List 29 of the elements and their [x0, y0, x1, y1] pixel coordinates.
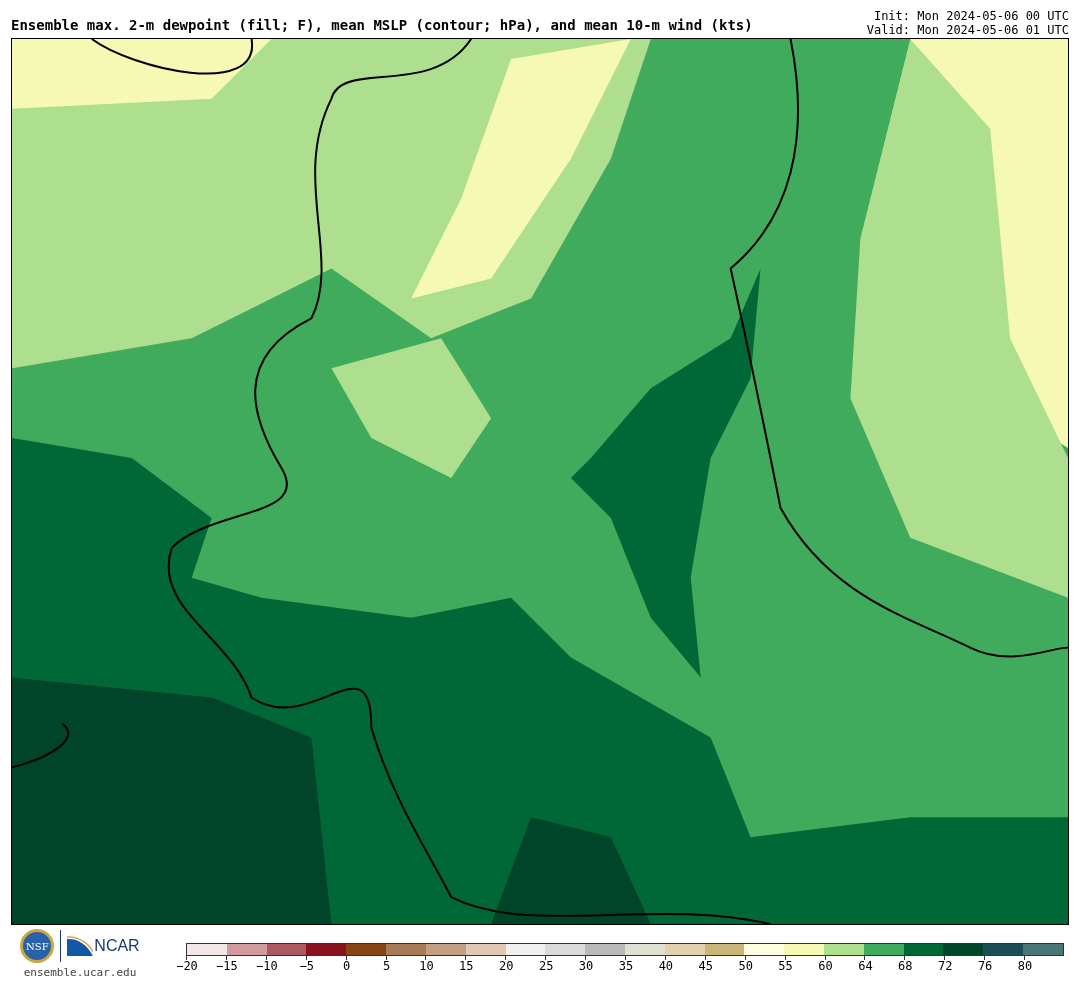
- colorbar-tick-label: 68: [898, 960, 913, 972]
- ncar-emblem-icon: [67, 936, 94, 956]
- colorbar-tick-label: 40: [658, 960, 674, 972]
- colorbar-tick-label: 20: [499, 960, 514, 972]
- colorbar-tick-label: 5: [382, 960, 391, 972]
- map-title: Ensemble max. 2-m dewpoint (fill; F), mean MSLP (contour; hPa), and mean 10-m wind (kts): [11, 18, 753, 35]
- colorbar-tick-label: 30: [578, 960, 594, 972]
- init-time: Init: Mon 2024-05-06 00 UTC: [873, 9, 1069, 23]
- colorbar-tick-label: −15: [216, 960, 238, 972]
- colorbar-tick-label: 76: [977, 960, 993, 972]
- colorbar-tick-label: 64: [858, 960, 873, 972]
- colorbar-tick-label: 0: [343, 960, 351, 972]
- colorbar-tick-label: 60: [818, 960, 833, 972]
- colorbar-tick-label: 35: [618, 960, 634, 972]
- ncar-logo-text: NCAR: [94, 936, 140, 956]
- colorbar-tick-label: −10: [255, 960, 278, 972]
- colorbar-tick-label: 55: [778, 960, 793, 972]
- colorbar-tick-label: −20: [176, 960, 198, 972]
- valid-time: Valid: Mon 2024-05-06 01 UTC: [866, 23, 1069, 37]
- nsf-logo: NSF: [20, 929, 55, 963]
- colorbar-tick-label: 50: [738, 960, 753, 972]
- colorbar-tick-label: 25: [538, 960, 554, 972]
- colorbar-tick-label: 45: [698, 960, 713, 972]
- colorbar-tick-label: 15: [459, 960, 474, 972]
- colorbar-tick-label: 10: [419, 960, 434, 972]
- site-url: ensemble.ucar.edu: [23, 965, 137, 981]
- colorbar-tick-label: −5: [299, 960, 314, 972]
- colorbar-tick-label: 72: [938, 960, 953, 972]
- colorbar-tick-label: 80: [1017, 960, 1033, 972]
